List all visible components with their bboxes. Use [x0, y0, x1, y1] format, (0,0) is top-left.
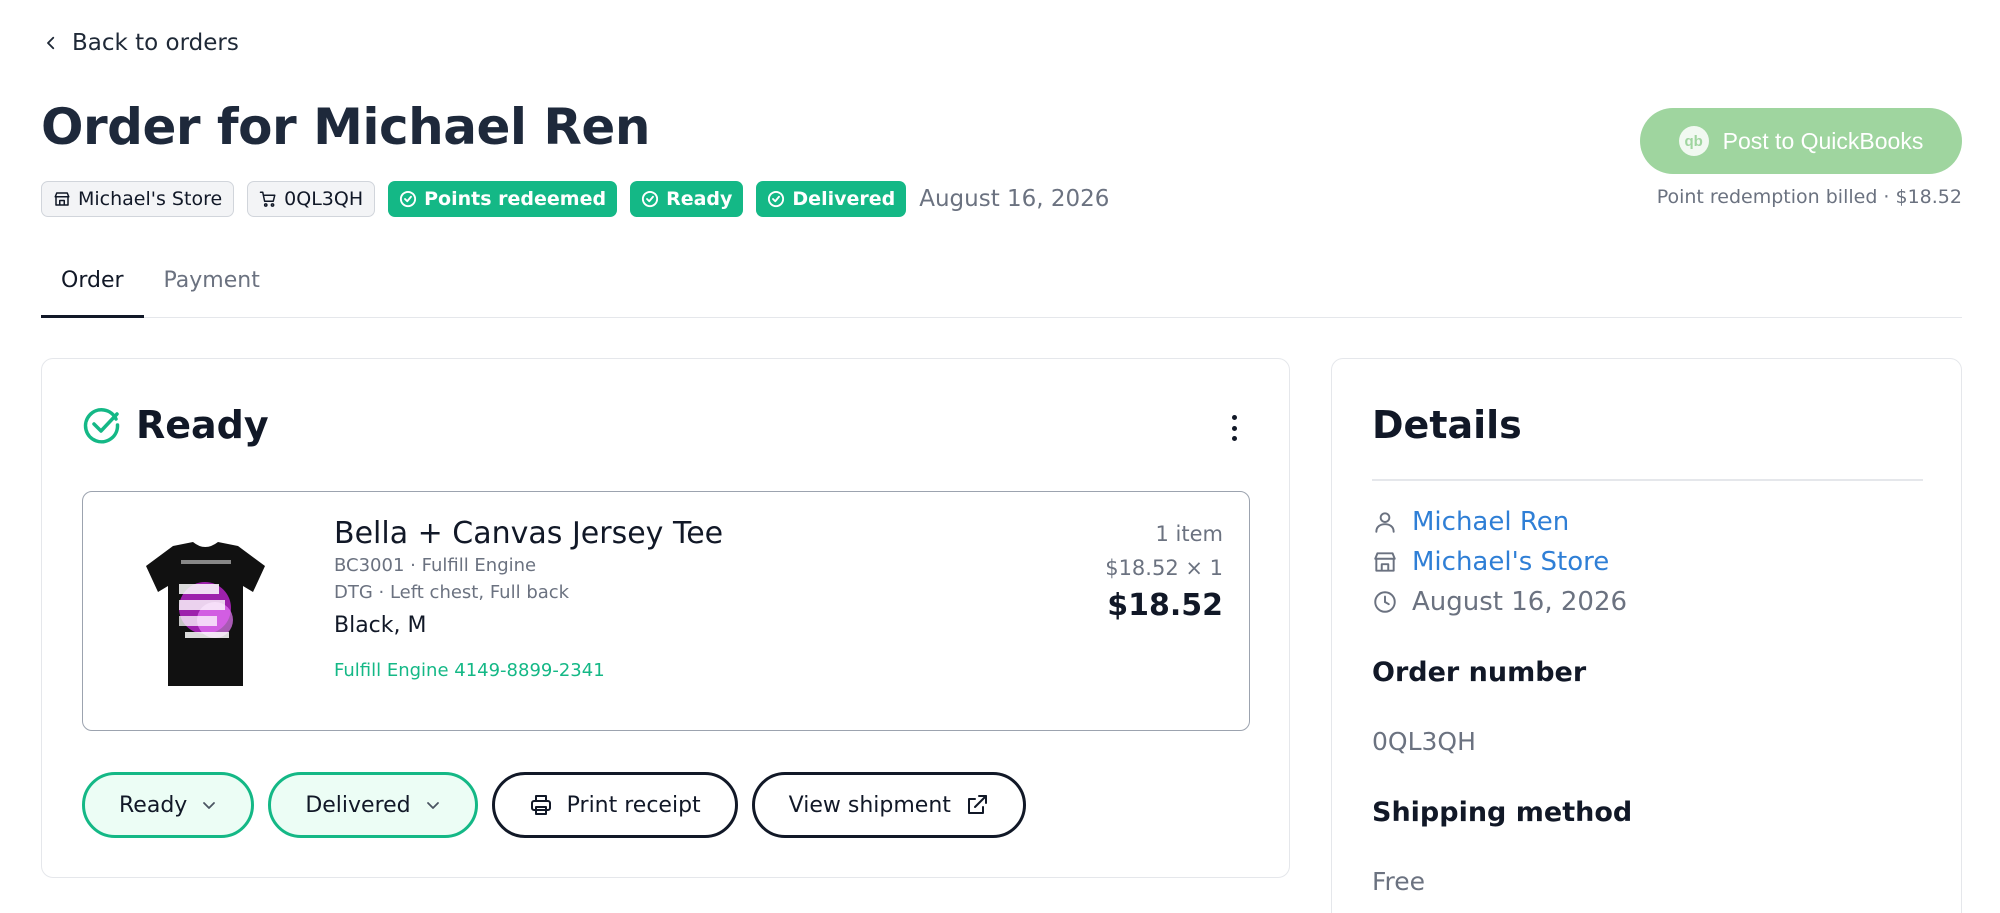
details-divider — [1372, 479, 1923, 481]
check-circle-icon — [400, 190, 417, 208]
points-redeemed-label: Points redeemed — [424, 188, 607, 210]
ready-badge: Ready — [630, 181, 744, 217]
print-receipt-button[interactable]: Print receipt — [491, 772, 738, 838]
fulfillment-tracking-link[interactable]: Fulfill Engine 4149-8899-2341 — [334, 660, 723, 681]
shipping-method-value: Free — [1372, 867, 1426, 896]
order-number-value: 0QL3QH — [1372, 727, 1476, 756]
tshirt-thumbnail — [146, 542, 265, 686]
clock-icon — [1374, 591, 1396, 613]
kebab-menu-icon[interactable] — [1229, 415, 1239, 441]
details-date: August 16, 2026 — [1412, 587, 1628, 617]
view-shipment-button[interactable]: View shipment — [751, 772, 1026, 838]
tab-payment[interactable]: Payment — [144, 262, 280, 318]
item-sku: BC3001 · Fulfill Engine — [334, 555, 537, 576]
print-receipt-label: Print receipt — [566, 792, 701, 818]
item-pricing: 1 item $18.52 × 1 $18.52 — [1105, 522, 1223, 623]
store-badge-label: Michael's Store — [78, 188, 223, 210]
store-row: Michael's Store — [1372, 547, 1609, 577]
item-name: Bella + Canvas Jersey Tee — [334, 516, 724, 551]
shipping-method-label: Shipping method — [1372, 797, 1633, 828]
status-heading: Ready — [82, 403, 269, 447]
check-circle-icon — [642, 190, 659, 208]
check-circle-icon — [83, 408, 120, 444]
customer-row: Michael Ren — [1372, 507, 1569, 537]
chevron-down-icon — [203, 802, 216, 809]
order-code-label: 0QL3QH — [284, 188, 364, 210]
cart-icon — [259, 191, 276, 207]
store-icon — [1374, 552, 1396, 572]
item-print-details: DTG · Left chest, Full back — [334, 582, 570, 603]
customer-link[interactable]: Michael Ren — [1412, 507, 1569, 537]
tab-bar: Order Payment — [41, 262, 1962, 318]
item-variant: Black, M — [334, 613, 427, 638]
ready-badge-label: Ready — [666, 188, 733, 210]
chevron-down-icon — [426, 802, 439, 809]
post-to-quickbooks-button[interactable]: qb Post to QuickBooks — [1640, 108, 1962, 174]
delivery-select-label: Delivered — [305, 792, 411, 818]
store-icon — [54, 192, 70, 206]
delivered-badge: Delivered — [756, 181, 907, 217]
check-circle-icon — [768, 190, 785, 208]
post-to-quickbooks-label: Post to QuickBooks — [1722, 127, 1924, 154]
delivered-badge-label: Delivered — [792, 188, 896, 210]
order-code-badge[interactable]: 0QL3QH — [247, 181, 376, 217]
page-title: Order for Michael Ren — [41, 98, 650, 156]
item-info: Bella + Canvas Jersey Tee BC3001 · Fulfi… — [334, 516, 723, 681]
quickbooks-icon: qb — [1678, 126, 1709, 156]
delivery-select[interactable]: Delivered — [268, 772, 478, 838]
back-to-orders-link[interactable]: Back to orders — [42, 30, 239, 56]
status-title: Ready — [136, 403, 269, 447]
tab-order[interactable]: Order — [41, 262, 144, 318]
item-unit-price: $18.52 × 1 — [1105, 556, 1223, 580]
status-select-label: Ready — [119, 792, 188, 818]
order-number-label: Order number — [1372, 657, 1587, 688]
back-link-label: Back to orders — [72, 30, 239, 56]
line-item: Bella + Canvas Jersey Tee BC3001 · Fulfi… — [82, 491, 1250, 731]
details-card: Details Michael Ren Michael's Store Augu… — [1331, 358, 1962, 913]
external-link-icon — [967, 795, 987, 814]
details-title: Details — [1372, 403, 1522, 447]
order-status-card: Ready Bella + Canvas Jersey Tee BC3001 ·… — [41, 358, 1290, 878]
item-total: $18.52 — [1107, 588, 1223, 623]
order-badges: Michael's Store 0QL3QH Points redeemed R… — [41, 181, 1109, 217]
chevron-left-icon — [47, 36, 55, 50]
store-badge[interactable]: Michael's Store — [41, 181, 235, 217]
order-date: August 16, 2026 — [919, 186, 1110, 212]
view-shipment-label: View shipment — [788, 792, 951, 818]
printer-icon — [530, 795, 551, 815]
user-icon — [1375, 512, 1395, 533]
status-select[interactable]: Ready — [82, 772, 255, 838]
order-actions: Ready Delivered Print receipt View shipm… — [82, 772, 1026, 838]
points-redeemed-badge: Points redeemed — [388, 181, 618, 217]
billing-note: Point redemption billed · $18.52 — [1656, 186, 1962, 208]
date-row: August 16, 2026 — [1372, 587, 1627, 617]
store-link[interactable]: Michael's Store — [1412, 547, 1609, 577]
item-count: 1 item — [1155, 522, 1223, 546]
